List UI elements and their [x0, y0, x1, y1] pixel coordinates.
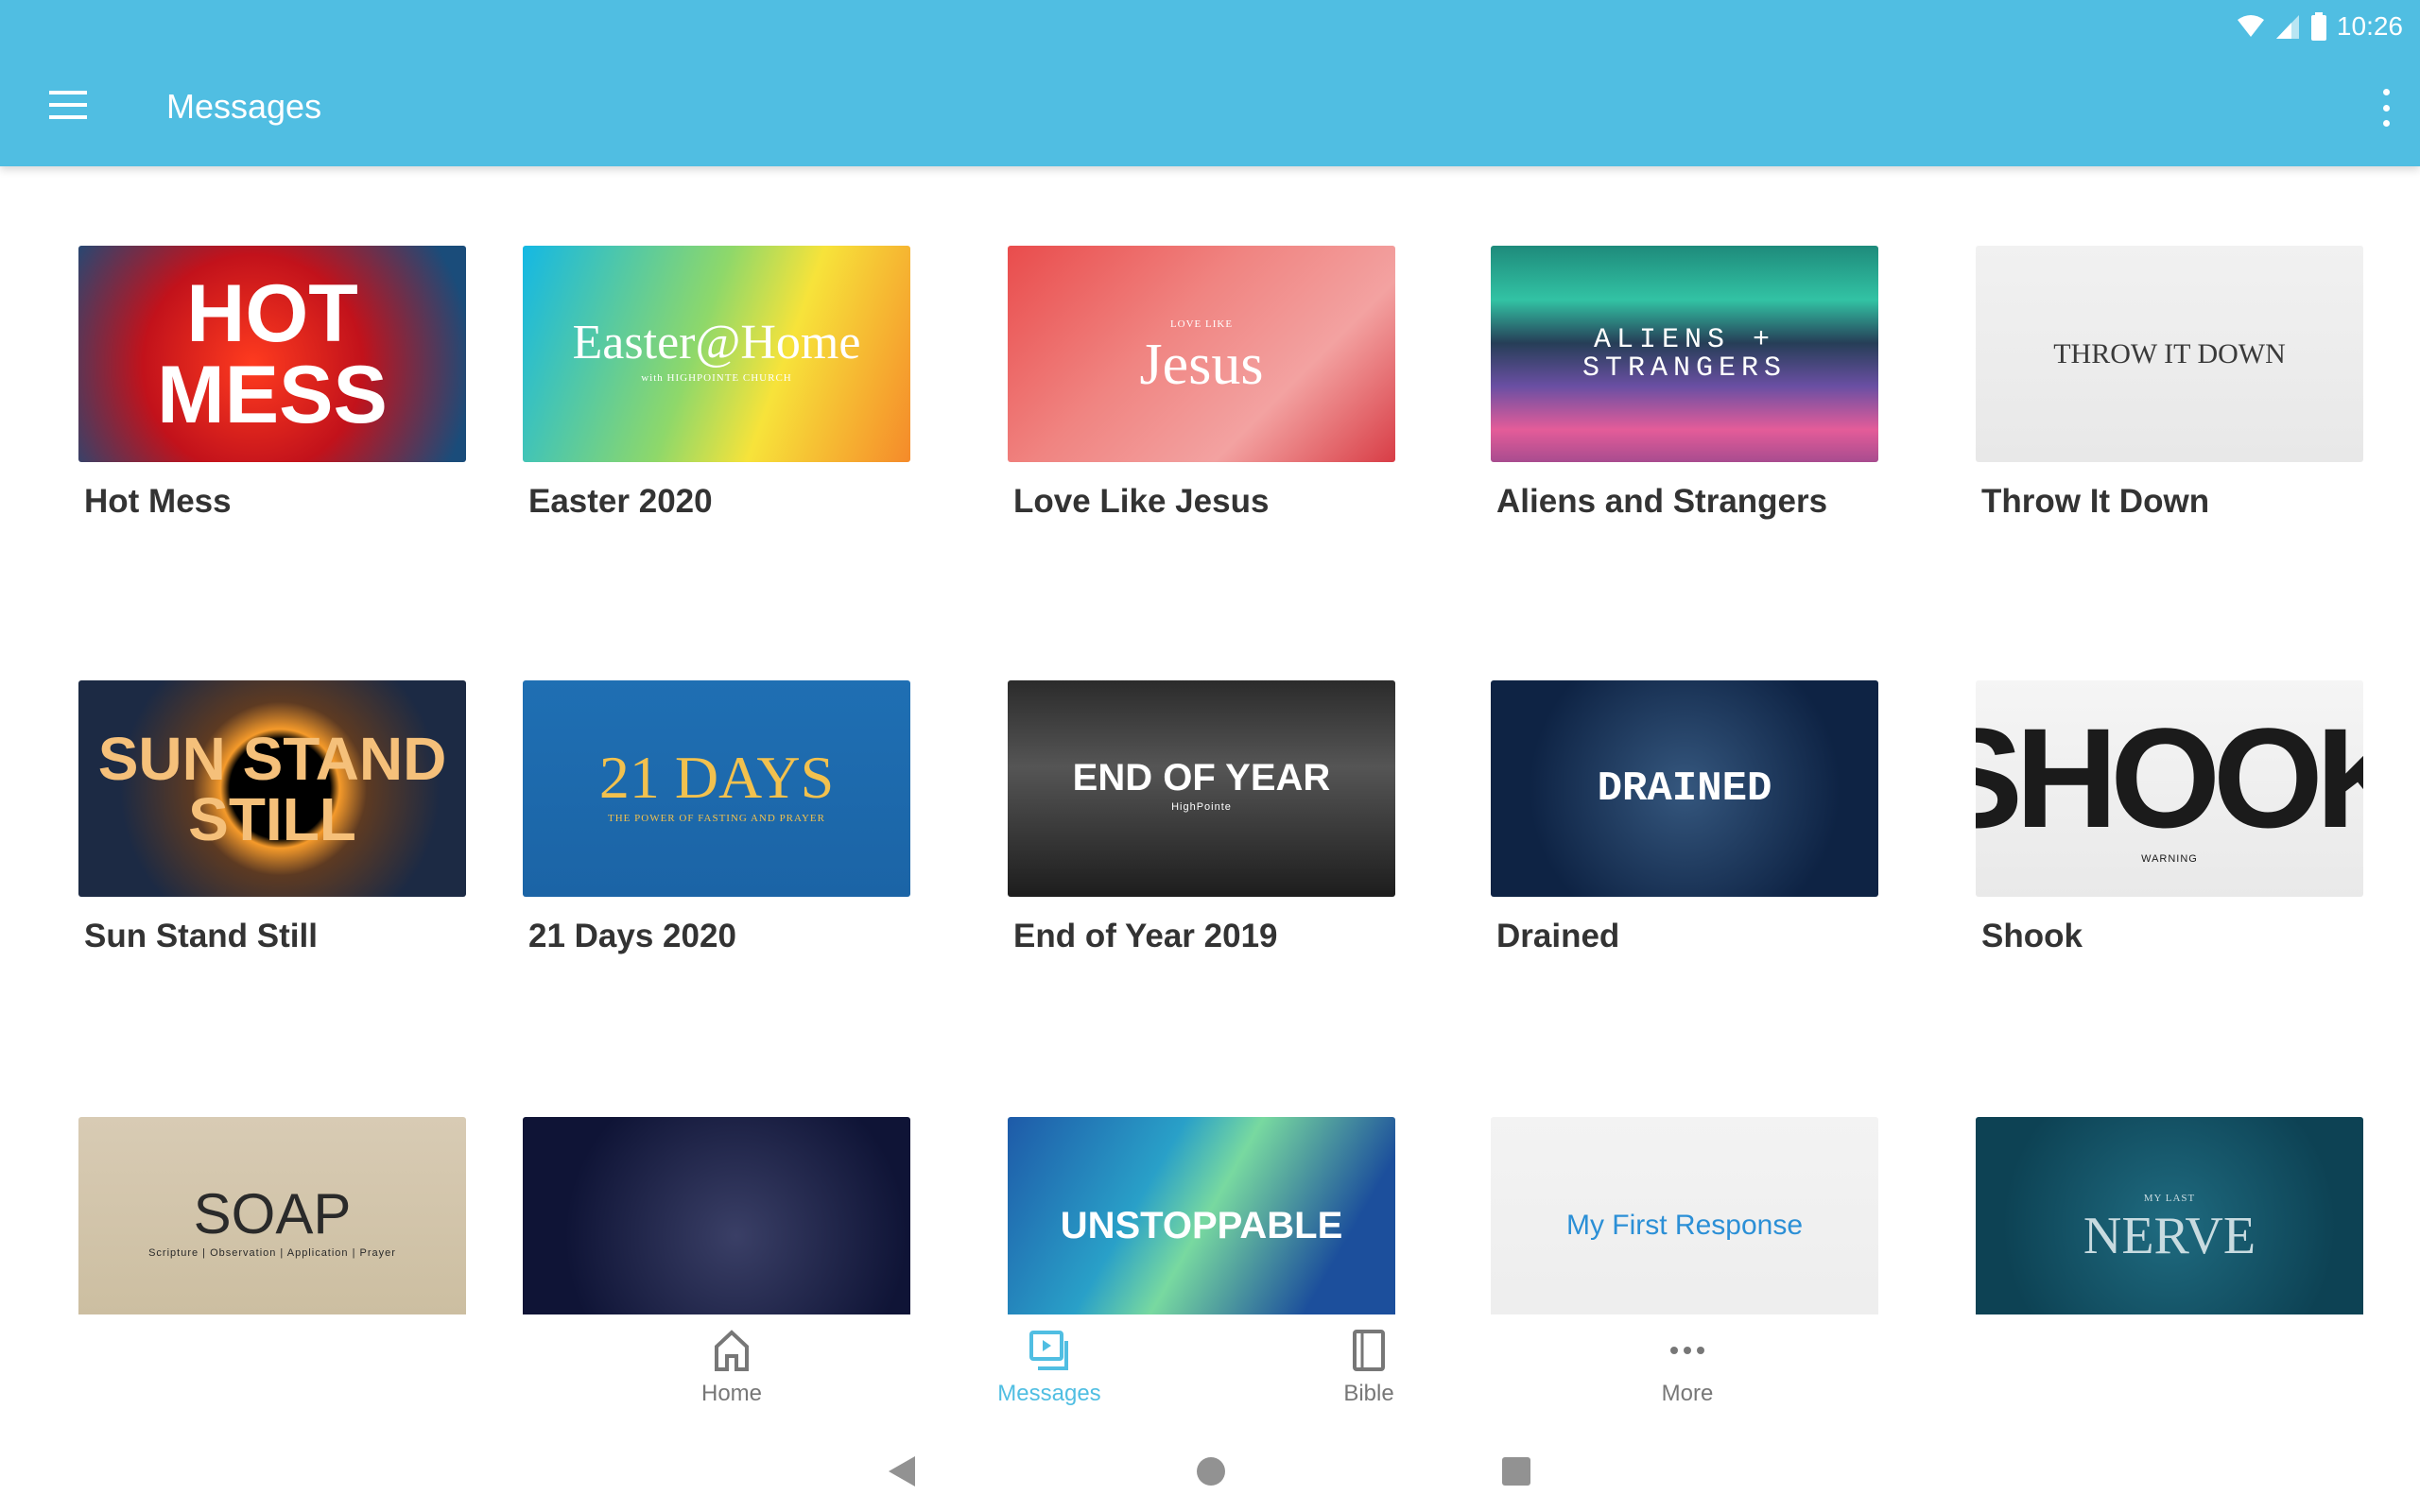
message-title: End of Year 2019 [1013, 918, 1278, 954]
artwork-subtitle: Scripture | Observation | Application | … [148, 1247, 396, 1259]
message-thumbnail: END OF YEAR HighPointe [1008, 680, 1395, 897]
message-thumbnail: SUN STAND STILL [78, 680, 466, 897]
message-thumbnail: MY LAST NERVE [1976, 1117, 2363, 1333]
message-card[interactable]: UNSTOPPABLE [1008, 1117, 1395, 1333]
artwork-subtitle: THE POWER OF FASTING AND PRAYER [608, 813, 825, 824]
message-thumbnail: SOAP Scripture | Observation | Applicatio… [78, 1117, 466, 1333]
message-thumbnail: DRAINED [1491, 680, 1878, 897]
message-thumbnail: SHOOKWARNING [1976, 680, 2363, 897]
artwork-text: ALIENS + STRANGERS [1582, 323, 1788, 385]
hamburger-icon[interactable] [49, 91, 87, 119]
artwork-text: DRAINED [1597, 765, 1772, 813]
system-navigation [0, 1435, 2420, 1512]
artwork-subtitle: MY LAST [2143, 1193, 2196, 1204]
message-thumbnail: HOT MESS [78, 246, 466, 462]
message-card[interactable]: LOVE LIKE Jesus Love Like Jesus [1008, 246, 1395, 521]
message-card[interactable] [523, 1117, 910, 1333]
message-thumbnail: Easter@Home with HIGHPOINTE CHURCH [523, 246, 910, 462]
clock: 10:26 [2336, 11, 2403, 41]
message-title: Sun Stand Still [84, 918, 318, 954]
artwork-subtitle: LOVE LIKE [1169, 318, 1234, 330]
more-horiz-icon [1670, 1347, 1704, 1354]
message-thumbnail: LOVE LIKE Jesus [1008, 246, 1395, 462]
message-thumbnail [523, 1117, 910, 1333]
message-title: 21 Days 2020 [528, 918, 736, 954]
message-thumbnail: 21 DAYS THE POWER OF FASTING AND PRAYER [523, 680, 910, 897]
message-card[interactable]: 21 DAYS THE POWER OF FASTING AND PRAYER 21… [523, 680, 910, 955]
back-icon[interactable] [887, 1454, 919, 1488]
messages-icon [1029, 1331, 1068, 1370]
artwork-text: THROW IT DOWN [2053, 337, 2286, 369]
message-title: Shook [1981, 918, 2083, 954]
message-card[interactable]: MY LAST NERVE [1976, 1117, 2363, 1333]
artwork-text: SUN STAND STILL [97, 724, 447, 853]
recents-icon[interactable] [1501, 1454, 1531, 1488]
nav-more[interactable]: More [1593, 1330, 1782, 1407]
message-card[interactable]: Easter@Home with HIGHPOINTE CHURCH Easter … [523, 246, 910, 521]
message-card[interactable]: END OF YEAR HighPointe End of Year 2019 [1008, 680, 1395, 955]
artwork-text: SOAP [193, 1182, 352, 1246]
nav-label: Bible [1343, 1381, 1394, 1406]
artwork-text: Easter@Home [572, 316, 861, 369]
artwork-text: 21 DAYS [598, 744, 835, 811]
artwork-text: NERVE [2083, 1207, 2256, 1265]
artwork-text: END OF YEAR [1072, 757, 1331, 799]
nav-label: Home [700, 1381, 763, 1406]
message-thumbnail: UNSTOPPABLE [1008, 1117, 1395, 1333]
page-title: Messages [166, 87, 322, 126]
status-bar: 10:26 [2237, 8, 2403, 45]
bible-icon [1353, 1330, 1385, 1371]
message-thumbnail: My First Response [1491, 1117, 1878, 1333]
message-thumbnail: ALIENS + STRANGERS [1491, 246, 1878, 462]
home-circle-icon[interactable] [1195, 1454, 1227, 1488]
message-card[interactable]: HOT MESS Hot Mess [78, 246, 466, 521]
signal-icon [2275, 15, 2299, 39]
home-icon [715, 1330, 749, 1371]
nav-bible[interactable]: Bible [1274, 1330, 1463, 1407]
message-card[interactable]: SOAP Scripture | Observation | Applicatio… [78, 1117, 466, 1333]
message-title: Aliens and Strangers [1496, 483, 1828, 520]
message-title: Hot Mess [84, 483, 232, 520]
artwork-subtitle: with HIGHPOINTE CHURCH [641, 372, 792, 384]
message-card[interactable]: ALIENS + STRANGERS Aliens and Strangers [1491, 246, 1878, 521]
artwork-text: My First Response [1565, 1209, 1804, 1241]
message-card[interactable]: My First Response [1491, 1117, 1878, 1333]
message-title: Love Like Jesus [1013, 483, 1270, 520]
nav-home[interactable]: Home [637, 1330, 826, 1407]
message-card[interactable]: SHOOKWARNING Shook [1976, 680, 2363, 955]
message-title: Drained [1496, 918, 1620, 954]
message-title: Throw It Down [1981, 483, 2210, 520]
app-bar: 10:26 Messages [0, 0, 2420, 166]
artwork-subtitle: HighPointe [1171, 801, 1232, 813]
nav-label: Messages [997, 1381, 1101, 1406]
message-card[interactable]: SUN STAND STILL Sun Stand Still [78, 680, 466, 955]
battery-icon [2310, 12, 2326, 41]
message-card[interactable]: DRAINED Drained [1491, 680, 1878, 955]
message-card[interactable]: THROW IT DOWN Throw It Down [1976, 246, 2363, 521]
bottom-navigation: Home Messages Bible More [0, 1314, 2420, 1435]
artwork-text: HOT MESS [157, 267, 388, 440]
nav-label: More [1661, 1381, 1714, 1406]
message-thumbnail: THROW IT DOWN [1976, 246, 2363, 462]
artwork-text: Jesus [1139, 333, 1264, 397]
artwork-text: SHOOK [1976, 698, 2363, 857]
more-vert-icon[interactable] [2380, 89, 2392, 127]
nav-messages[interactable]: Messages [955, 1330, 1144, 1407]
artwork-text: UNSTOPPABLE [1060, 1204, 1343, 1246]
wifi-icon [2237, 15, 2264, 37]
message-title: Easter 2020 [528, 483, 713, 520]
